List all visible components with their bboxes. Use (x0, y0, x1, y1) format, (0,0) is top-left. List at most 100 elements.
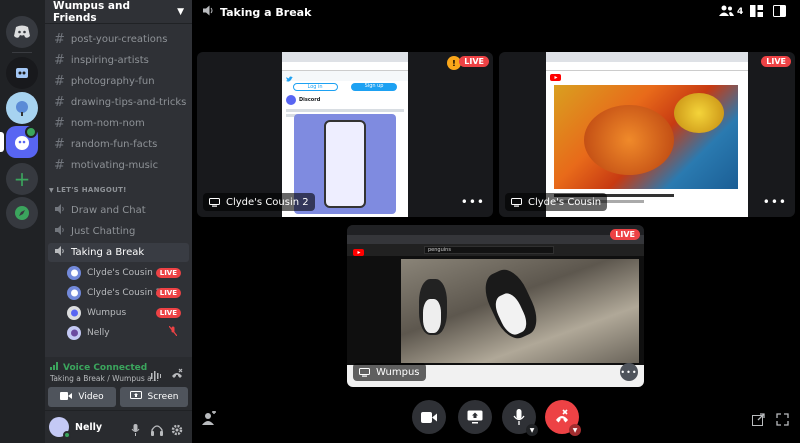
user-panel: Nelly (45, 411, 192, 443)
channel-label: motivating-music (70, 160, 159, 171)
noise-suppression-icon[interactable] (151, 366, 161, 385)
more-options-icon[interactable]: ••• (763, 195, 787, 209)
voice-channel-draw-and-chat[interactable]: Draw and Chat (48, 201, 189, 220)
avatar (67, 265, 81, 280)
members-button[interactable]: 4 (719, 5, 743, 19)
disconnect-icon[interactable] (171, 365, 183, 384)
screen-label: Screen (147, 392, 179, 402)
settings-gear-icon[interactable] (171, 421, 183, 440)
twitter-login-button: Log in (292, 83, 338, 91)
voice-channel-taking-a-break[interactable]: Taking a Break (48, 243, 189, 262)
screen-icon (511, 197, 522, 207)
microphone-icon[interactable] (131, 421, 140, 440)
more-options-icon[interactable]: ••• (461, 195, 485, 209)
mic-toggle-button[interactable]: ▼ (502, 400, 538, 436)
channel-post-your-creations[interactable]: # post-your-creations (48, 30, 189, 49)
channel-label: random-fun-facts (70, 139, 158, 150)
voice-user-name: Clyde's Cousin 2 (87, 287, 162, 298)
discord-home-icon[interactable] (6, 16, 38, 48)
server-rail: + (0, 0, 45, 443)
stream-name-tag: Clyde's Cousin 2 (203, 193, 315, 211)
headphones-icon[interactable] (151, 421, 163, 440)
channel-label: Taking a Break (71, 247, 145, 258)
youtube-logo-icon (353, 241, 364, 260)
avatar (67, 325, 81, 340)
screen-button[interactable]: Screen (120, 387, 188, 407)
stream-tile-wumpus[interactable]: penguins LIVE Wumpus ••• (347, 225, 644, 387)
top-bar: Taking a Break 4 (192, 0, 800, 24)
invite-user-icon[interactable] (202, 410, 216, 429)
channel-label: photography-fun (70, 76, 155, 87)
camera-icon (421, 411, 437, 423)
stream-name-tag: Clyde's Cousin (505, 193, 608, 211)
live-badge: LIVE (459, 56, 489, 67)
channel-title: Taking a Break (220, 5, 312, 19)
explore-compass-icon[interactable] (6, 197, 38, 229)
hash-icon: # (54, 53, 65, 68)
server-icon-balloon[interactable] (6, 92, 38, 124)
signal-icon (50, 362, 59, 373)
channel-random-fun-facts[interactable]: # random-fun-facts (48, 135, 189, 154)
camera-toggle-button[interactable] (412, 400, 446, 434)
muted-mic-icon (168, 325, 178, 339)
popout-icon[interactable] (752, 411, 765, 430)
channel-nom-nom-nom[interactable]: # nom-nom-nom (48, 114, 189, 133)
fullscreen-icon[interactable] (776, 411, 789, 430)
channel-label: Just Chatting (71, 226, 136, 237)
speaker-icon (54, 245, 65, 260)
live-badge: LIVE (155, 287, 181, 298)
voice-user-wumpus[interactable]: Wumpus LIVE (67, 304, 187, 321)
leave-call-button[interactable]: ▼ (545, 400, 581, 436)
camera-icon (60, 391, 73, 403)
penguins-video (401, 259, 639, 363)
voice-user-nelly[interactable]: Nelly (67, 324, 187, 341)
member-count: 4 (737, 7, 744, 17)
call-options-chevron-icon[interactable]: ▼ (569, 424, 581, 436)
screen-share-toggle-button[interactable] (458, 400, 492, 434)
voice-status-title: Voice Connected (63, 362, 148, 373)
avatar (67, 285, 81, 300)
stream-tile-clydes-cousin[interactable]: LIVE Clyde's Cousin ••• (499, 52, 795, 217)
twitter-signup-button: Sign up (350, 83, 398, 91)
voice-user-name: Clyde's Cousin (87, 267, 153, 278)
screen-icon (359, 367, 370, 377)
hash-icon: # (54, 74, 65, 89)
screen-share-icon (129, 390, 142, 404)
category-header[interactable]: ▼ LET'S HANGOUT! (49, 186, 127, 194)
hash-icon: # (54, 137, 65, 152)
stream-tile-clydes-cousin-2[interactable]: Log in Sign up Discord ! LIVE Clyde's Co… (197, 52, 493, 217)
server-header[interactable]: Wumpus and Friends ▼ (45, 0, 192, 24)
twitter-bird-icon (286, 67, 293, 86)
channel-sidebar: Wumpus and Friends ▼ # post-your-creation… (45, 0, 192, 443)
screen-share-icon (467, 410, 483, 424)
channel-motivating-music[interactable]: # motivating-music (48, 156, 189, 175)
avatar[interactable] (49, 417, 71, 439)
server-icon-robot[interactable] (6, 57, 38, 89)
stream-name: Wumpus (376, 366, 420, 378)
voice-channel-just-chatting[interactable]: Just Chatting (48, 222, 189, 241)
members-icon (719, 5, 734, 19)
mic-options-chevron-icon[interactable]: ▼ (526, 424, 538, 436)
more-options-icon[interactable]: ••• (620, 363, 638, 381)
youtube-logo-icon (550, 66, 561, 85)
disconnect-call-icon (556, 409, 568, 423)
voice-user-clydes-cousin-2[interactable]: Clyde's Cousin 2 LIVE (67, 284, 187, 301)
voice-user-clydes-cousin[interactable]: Clyde's Cousin LIVE (67, 264, 187, 281)
speaker-badge-icon (25, 126, 37, 138)
stage-area: Taking a Break 4 Log in Sign up Discord … (192, 0, 800, 443)
grid-layout-icon[interactable] (750, 5, 763, 20)
add-server-icon[interactable]: + (6, 163, 38, 195)
live-badge: LIVE (155, 267, 181, 278)
username: Nelly (75, 421, 103, 433)
hash-icon: # (54, 116, 65, 131)
voice-status-subtitle: Taking a Break / Wumpus a... (50, 374, 159, 383)
channel-drawing-tips[interactable]: # drawing-tips-and-tricks (48, 93, 189, 112)
channel-photography-fun[interactable]: # photography-fun (48, 72, 189, 91)
video-button[interactable]: Video (48, 387, 116, 407)
chat-panel-icon[interactable] (773, 5, 786, 20)
discord-avatar-icon (286, 95, 296, 105)
speaker-icon (54, 203, 65, 218)
channel-inspiring-artists[interactable]: # inspiring-artists (48, 51, 189, 70)
live-badge: LIVE (155, 307, 181, 318)
channel-label: drawing-tips-and-tricks (70, 97, 187, 108)
